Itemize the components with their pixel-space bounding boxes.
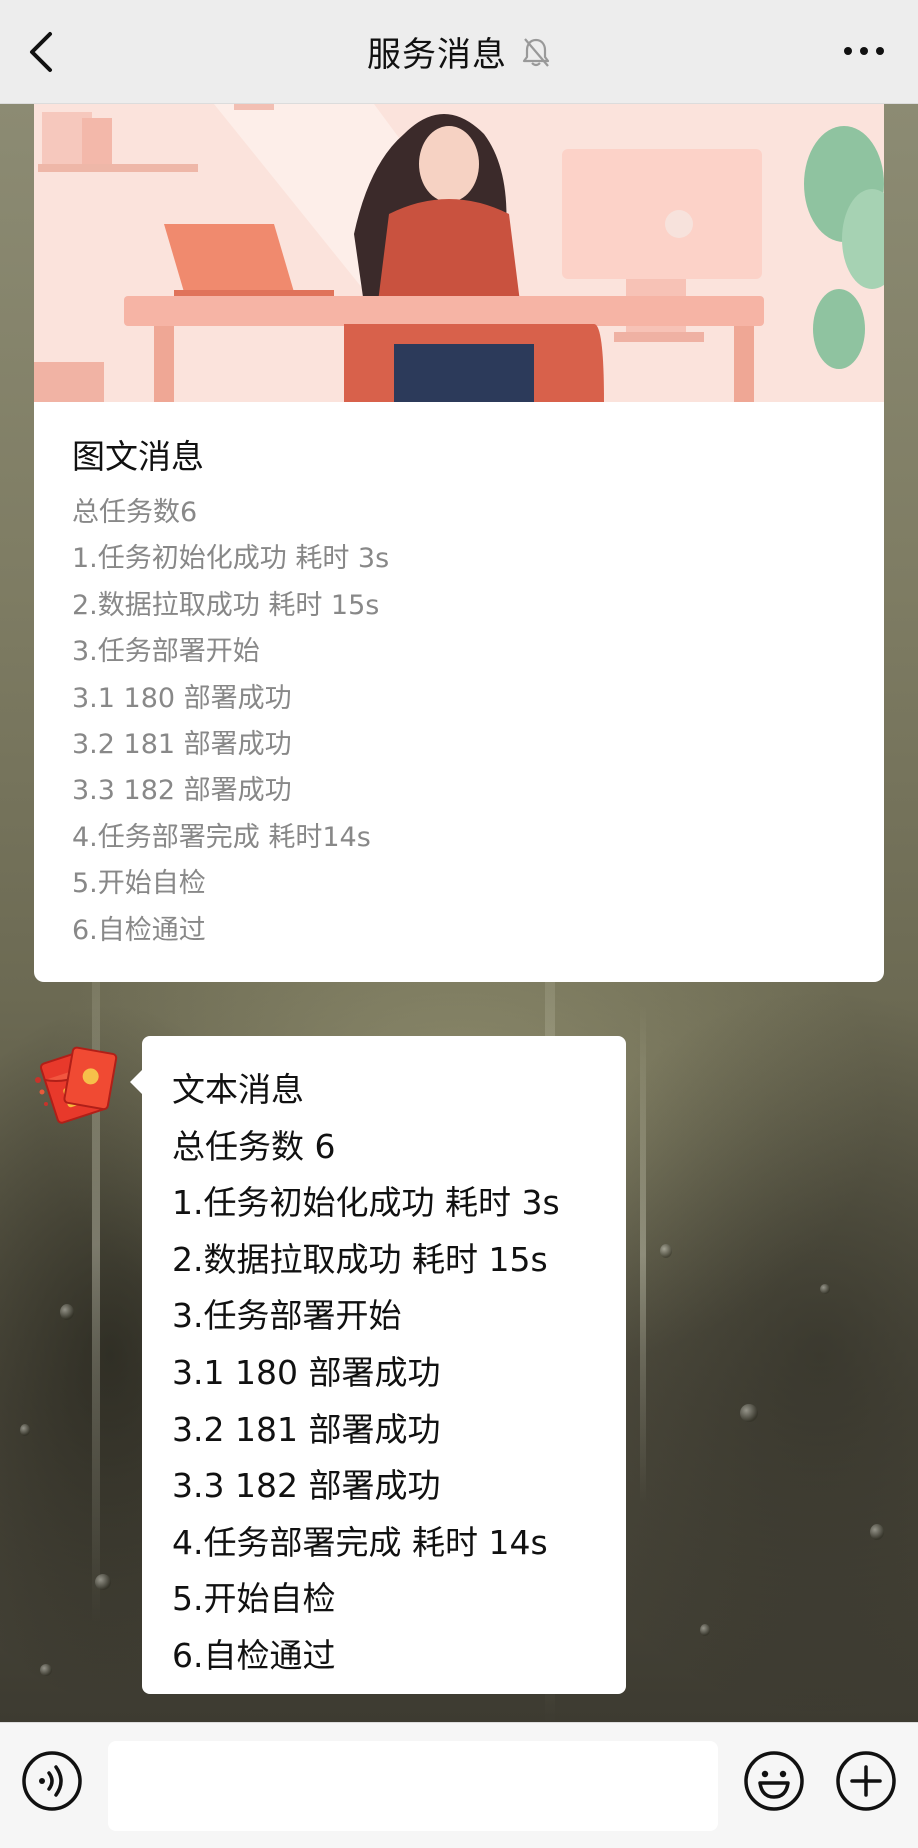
voice-icon[interactable] — [20, 1749, 84, 1813]
article-line: 3.2 181 部署成功 — [72, 728, 292, 760]
title-wrap: 服务消息 — [367, 27, 551, 76]
plus-icon[interactable] — [834, 1749, 898, 1813]
message-line: 3.1 180 部署成功 — [172, 1352, 441, 1392]
page-title: 服务消息 — [367, 35, 507, 75]
article-line: 5.开始自检 — [72, 868, 206, 900]
avatar[interactable] — [28, 1040, 118, 1126]
message-line: 3.2 181 部署成功 — [172, 1409, 441, 1449]
article-line: 3.3 182 部署成功 — [72, 775, 292, 807]
message-line: 3.任务部署开始 — [172, 1296, 402, 1336]
article-line: 3.任务部署开始 — [72, 636, 260, 668]
emoji-icon[interactable] — [742, 1749, 806, 1813]
article-cover-image — [34, 104, 884, 402]
article-line: 总任务数6 — [72, 497, 198, 528]
message-line: 1.任务初始化成功 耗时 3s — [172, 1183, 560, 1223]
article-card[interactable]: 图文消息 总任务数6 1.任务初始化成功 耗时 3s 2.数据拉取成功 耗时 1… — [34, 104, 884, 982]
message-line: 5.开始自检 — [172, 1579, 336, 1619]
message-line: 4.任务部署完成 耗时 14s — [172, 1522, 548, 1562]
text-message-bubble[interactable]: 文本消息 总任务数 6 1.任务初始化成功 耗时 3s 2.数据拉取成功 耗时 … — [130, 1036, 626, 1694]
message-line: 文本消息 — [172, 1070, 304, 1109]
article-title: 图文消息 — [72, 437, 204, 476]
article-line: 6.自检通过 — [72, 914, 206, 946]
message-line: 总任务数 6 — [172, 1126, 336, 1166]
article-line: 1.任务初始化成功 耗时 3s — [72, 543, 390, 575]
chevron-left-icon[interactable] — [22, 28, 66, 76]
article-line: 4.任务部署完成 耗时14s — [72, 821, 371, 853]
bell-muted-icon — [522, 37, 550, 67]
top-bar: 服务消息 — [0, 0, 918, 104]
message-input[interactable] — [108, 1741, 718, 1831]
more-dots-icon[interactable] — [840, 36, 888, 66]
message-line: 3.3 182 部署成功 — [172, 1466, 441, 1506]
article-line: 3.1 180 部署成功 — [72, 682, 292, 714]
article-summary: 总任务数6 1.任务初始化成功 耗时 3s 2.数据拉取成功 耗时 15s 3.… — [72, 490, 389, 954]
message-line: 6.自检通过 — [172, 1635, 336, 1675]
message-line: 2.数据拉取成功 耗时 15s — [172, 1239, 548, 1279]
article-line: 2.数据拉取成功 耗时 15s — [72, 589, 380, 621]
input-bar — [0, 1722, 918, 1848]
